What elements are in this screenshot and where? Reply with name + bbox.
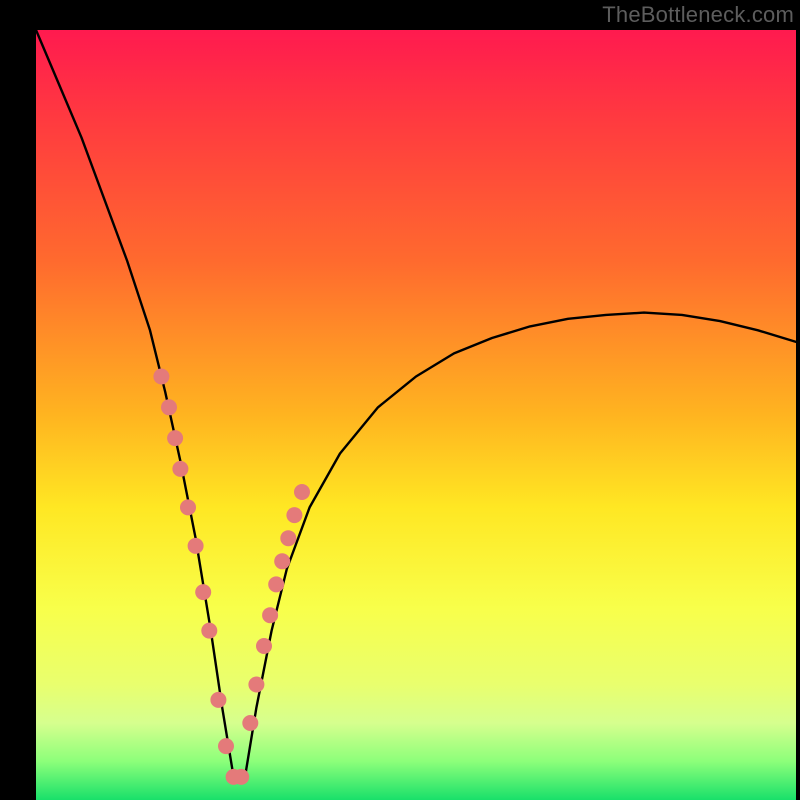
highlight-dot	[294, 484, 310, 500]
highlight-dot	[248, 677, 264, 693]
highlight-dot	[195, 584, 211, 600]
highlight-dot	[218, 738, 234, 754]
highlight-dot	[172, 461, 188, 477]
highlight-dot	[201, 623, 217, 639]
highlight-dot	[274, 553, 290, 569]
highlight-dot	[242, 715, 258, 731]
highlight-dot	[256, 638, 272, 654]
highlight-dots-group	[153, 369, 310, 785]
highlight-dot	[167, 430, 183, 446]
highlight-dot	[286, 507, 302, 523]
highlight-dot	[233, 769, 249, 785]
highlight-dot	[210, 692, 226, 708]
chart-overlay-svg	[0, 0, 800, 800]
highlight-dot	[153, 369, 169, 385]
highlight-dot	[180, 499, 196, 515]
highlight-dot	[262, 607, 278, 623]
highlight-dot	[268, 576, 284, 592]
stage: TheBottleneck.com	[0, 0, 800, 800]
highlight-dot	[280, 530, 296, 546]
watermark-text: TheBottleneck.com	[602, 2, 794, 28]
highlight-dot	[188, 538, 204, 554]
bottleneck-curve-path	[36, 30, 796, 777]
highlight-dot	[161, 399, 177, 415]
